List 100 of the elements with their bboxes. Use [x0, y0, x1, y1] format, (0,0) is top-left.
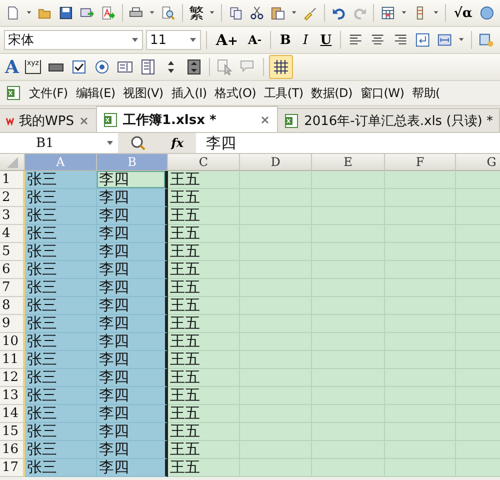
column-header[interactable]: E	[312, 154, 385, 171]
table-cell: 张三	[25, 387, 97, 405]
grid-icon[interactable]	[269, 55, 293, 79]
table-cell: 李四	[97, 171, 168, 189]
table-cell: 李四	[97, 459, 168, 477]
table-cell: 李四	[97, 297, 168, 315]
bold-button[interactable]: B	[276, 29, 295, 51]
row-header[interactable]: 3	[0, 207, 25, 225]
row-header[interactable]: 9	[0, 315, 25, 333]
table-cell: 张三	[25, 297, 97, 315]
table-cell: 李四	[97, 207, 168, 225]
table-cell: 李四	[97, 189, 168, 207]
table-cell: 张三	[25, 171, 97, 189]
spreadsheet-icon	[284, 112, 300, 128]
column-header[interactable]: D	[240, 154, 312, 171]
table-cell: 李四	[97, 243, 168, 261]
menu-item[interactable]: 数据(D)	[308, 82, 356, 104]
menu-item[interactable]: 文件(F)	[26, 82, 71, 104]
table-cell: 王五	[168, 351, 240, 369]
table-cell: 王五	[168, 333, 240, 351]
table-cell: 张三	[25, 441, 97, 459]
close-icon[interactable]	[78, 114, 90, 126]
table-cell: 李四	[97, 423, 168, 441]
column-header[interactable]: F	[385, 154, 456, 171]
table-cell: 李四	[97, 441, 168, 459]
row-header[interactable]: 16	[0, 441, 25, 459]
row-header[interactable]: 15	[0, 423, 25, 441]
table-cell: 张三	[25, 405, 97, 423]
row-header[interactable]: 12	[0, 369, 25, 387]
table-cell: 李四	[97, 261, 168, 279]
row-header[interactable]: 13	[0, 387, 25, 405]
table-cell: 王五	[168, 189, 240, 207]
row-header[interactable]: 7	[0, 279, 25, 297]
table-cell: 李四	[97, 225, 168, 243]
tab-title: 2016年-订单汇总表.xls (只读) *	[304, 112, 493, 130]
table-cell: 王五	[168, 315, 240, 333]
table-cell: 王五	[168, 297, 240, 315]
table-cell: 王五	[168, 423, 240, 441]
column-header[interactable]: C	[168, 154, 240, 171]
tab-title: 工作簿1.xlsx *	[123, 112, 218, 128]
font-size-field[interactable]: 11	[146, 30, 202, 50]
dropdown-caret-icon[interactable]	[106, 139, 114, 147]
name-box[interactable]: B1	[0, 133, 118, 153]
table-cell: 张三	[25, 189, 97, 207]
table-cell: 张三	[25, 369, 97, 387]
tab-title: 我的WPS	[19, 112, 74, 130]
traditional-chinese-button[interactable]: 繁	[188, 2, 206, 24]
table-cell: 王五	[168, 171, 240, 189]
menu-item[interactable]: 格式(O)	[212, 82, 260, 104]
table-cell: 王五	[168, 387, 240, 405]
menu-item[interactable]: 工具(T)	[261, 82, 306, 104]
table-cell: 张三	[25, 459, 97, 477]
row-header[interactable]: 14	[0, 405, 25, 423]
close-icon[interactable]	[259, 114, 272, 126]
menu-item[interactable]: 编辑(E)	[72, 82, 118, 104]
row-header[interactable]: 17	[0, 459, 25, 477]
dropdown-caret-icon[interactable]	[189, 36, 198, 44]
row-header[interactable]: 11	[0, 351, 25, 369]
row-header[interactable]: 1	[0, 171, 25, 189]
menu-item[interactable]: 视图(V)	[120, 82, 166, 104]
row-header[interactable]: 5	[0, 243, 25, 261]
document-tab[interactable]: 2016年-订单汇总表.xls (只读) *	[277, 108, 500, 132]
menu-item[interactable]: 插入(I)	[168, 82, 210, 104]
table-cell: 张三	[25, 333, 97, 351]
table-cell: 李四	[97, 333, 168, 351]
table-cell: 王五	[168, 207, 240, 225]
table-cell: 王五	[168, 405, 240, 423]
table-cell: 李四	[97, 279, 168, 297]
document-tab[interactable]: 工作簿1.xlsx *	[96, 106, 278, 132]
row-header[interactable]: 6	[0, 261, 25, 279]
column-header[interactable]: G	[456, 154, 500, 171]
font-field[interactable]: 宋体	[4, 30, 143, 50]
table-cell: 李四	[97, 351, 168, 369]
table-cell: 张三	[25, 423, 97, 441]
menu-item[interactable]: 帮助(	[409, 82, 443, 104]
dropdown-caret-icon[interactable]	[130, 36, 139, 44]
table-cell: 李四	[97, 315, 168, 333]
row-header[interactable]: 4	[0, 225, 25, 243]
spreadsheet-icon	[103, 112, 119, 128]
underline-button[interactable]: U	[316, 29, 336, 51]
row-header[interactable]: 8	[0, 297, 25, 315]
table-cell: 王五	[168, 369, 240, 387]
menu-item[interactable]: 窗口(W)	[357, 82, 408, 104]
row-header[interactable]: 2	[0, 189, 25, 207]
table-cell: 王五	[168, 225, 240, 243]
table-cell: 王五	[168, 459, 240, 477]
formula-field[interactable]: 李四	[196, 134, 236, 152]
table-cell: 张三	[25, 351, 97, 369]
table-cell: 王五	[168, 243, 240, 261]
table-cell: 张三	[25, 315, 97, 333]
table-cell: 张三	[25, 261, 97, 279]
row-header[interactable]: 10	[0, 333, 25, 351]
table-cell: 李四	[97, 369, 168, 387]
text-tool-button[interactable]: A	[4, 56, 20, 78]
table-cell: 张三	[25, 243, 97, 261]
table-cell: 王五	[168, 441, 240, 459]
formula-button[interactable]: √α	[451, 2, 476, 24]
table-cell: 张三	[25, 225, 97, 243]
italic-button[interactable]: I	[298, 29, 314, 51]
table-cell: 张三	[25, 207, 97, 225]
